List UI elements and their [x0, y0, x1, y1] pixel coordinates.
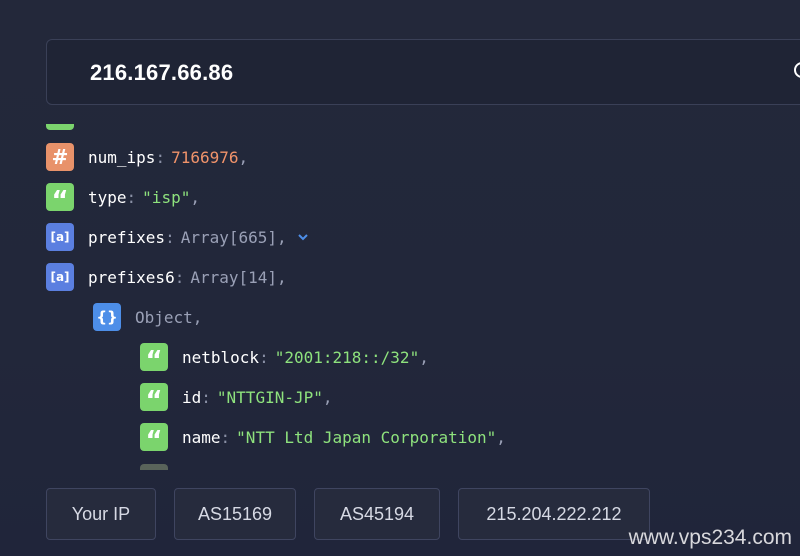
json-value: "isp" [142, 187, 191, 207]
colon: : [201, 387, 211, 407]
json-row-type[interactable]: “ type: "isp", [46, 182, 200, 214]
chevron-down-icon[interactable] [297, 231, 309, 243]
json-value: Array[665] [180, 227, 278, 247]
json-key: num_ips [88, 147, 156, 167]
colon: : [126, 187, 137, 207]
json-key: id [182, 387, 202, 407]
json-value: "NTT Ltd Japan Corporation" [236, 427, 497, 447]
json-value: 7166976 [171, 147, 239, 167]
watermark: www.vps234.com [628, 526, 792, 549]
comma: , [419, 347, 429, 367]
comma: , [277, 267, 287, 287]
comma: , [322, 387, 333, 407]
quick-links: Your IP AS15169 AS45194 215.204.222.212 [46, 488, 650, 540]
search-input[interactable]: 216.167.66.86 [46, 39, 800, 105]
search-value: 216.167.66.86 [90, 60, 234, 85]
json-value: "NTTGIN-JP" [216, 387, 323, 407]
string-type-icon: “ [46, 183, 74, 214]
array-type-icon: [a] [46, 223, 74, 251]
json-row-id[interactable]: “ id: "NTTGIN-JP", [140, 382, 333, 414]
json-value: "2001:218::/32" [274, 347, 420, 367]
number-type-icon: # [46, 143, 74, 171]
array-type-icon: [a] [46, 263, 74, 291]
quick-link-as45194[interactable]: AS45194 [314, 488, 440, 540]
comma: , [277, 227, 287, 247]
json-value: Object [135, 307, 193, 327]
quick-link-as15169[interactable]: AS15169 [174, 488, 296, 540]
json-key: netblock [182, 347, 260, 367]
colon: : [259, 347, 269, 367]
string-type-icon: “ [140, 383, 168, 414]
json-row-prefixes6[interactable]: [a] prefixes6: Array[14], [46, 262, 287, 292]
string-badge-partial [140, 464, 168, 470]
string-type-icon: “ [140, 343, 168, 374]
object-type-icon: {} [93, 303, 121, 331]
json-row-name[interactable]: “ name: "NTT Ltd Japan Corporation", [140, 422, 506, 454]
comma: , [238, 147, 249, 167]
colon: : [174, 267, 185, 287]
comma: , [190, 187, 200, 207]
json-key: type [88, 187, 127, 207]
json-row-object[interactable]: {} Object, [93, 302, 202, 332]
string-badge-partial [46, 124, 74, 130]
colon: : [165, 227, 175, 247]
quick-link-your-ip[interactable]: Your IP [46, 488, 156, 540]
search-icon[interactable] [793, 61, 800, 83]
string-type-icon: “ [140, 423, 168, 454]
json-value: Array[14] [190, 267, 278, 287]
colon: : [155, 147, 166, 167]
json-key: prefixes6 [88, 267, 175, 287]
colon: : [220, 427, 231, 447]
json-row-num-ips[interactable]: # num_ips: 7166976, [46, 142, 248, 172]
json-viewer: # num_ips: 7166976, “ type: "isp", [a] p… [0, 110, 800, 470]
json-row-netblock[interactable]: “ netblock: "2001:218::/32", [140, 342, 429, 374]
json-key: prefixes [88, 227, 166, 247]
json-row-prefixes[interactable]: [a] prefixes: Array[665], [46, 222, 309, 252]
quick-link-ip[interactable]: 215.204.222.212 [458, 488, 650, 540]
json-key: name [182, 427, 221, 447]
comma: , [496, 427, 506, 447]
comma: , [192, 307, 203, 327]
